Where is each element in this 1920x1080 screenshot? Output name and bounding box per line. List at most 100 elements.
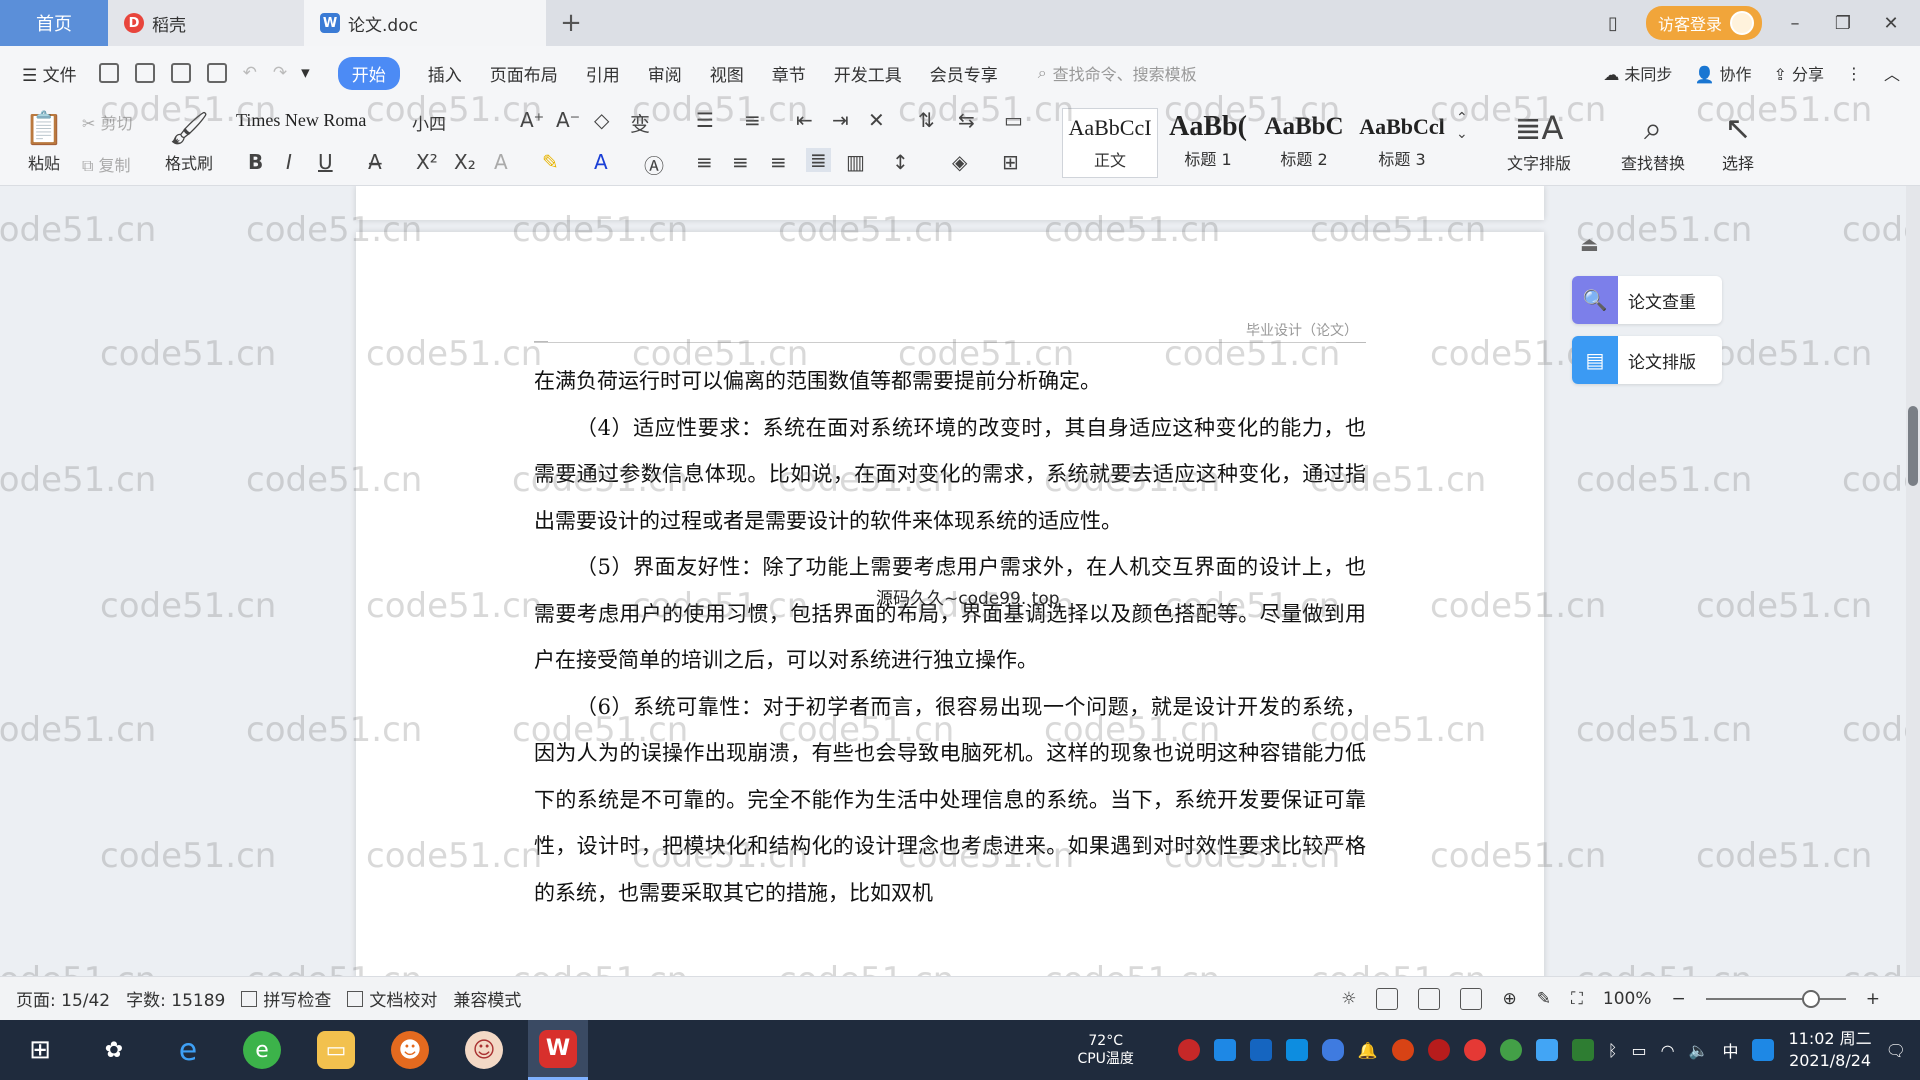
- find-replace-button[interactable]: ⌕ 查找替换: [1608, 106, 1698, 174]
- text-effect-icon[interactable]: A: [494, 150, 508, 174]
- tab-review[interactable]: 审阅: [648, 61, 682, 86]
- tray-app-icon[interactable]: [1249, 1039, 1272, 1061]
- shield-icon[interactable]: [1321, 1039, 1344, 1061]
- bullet-list-icon[interactable]: ☰: [696, 108, 714, 132]
- numbered-list-icon[interactable]: ≡: [744, 108, 761, 132]
- taskbar-app-game[interactable]: ☻: [380, 1020, 440, 1080]
- collaborate-button[interactable]: 👤 协作: [1694, 61, 1751, 85]
- style-heading-2[interactable]: AaBbC 标题 2: [1256, 108, 1352, 178]
- tray-app-icon[interactable]: [1427, 1039, 1450, 1061]
- web-view-icon[interactable]: ⊕: [1502, 989, 1516, 1009]
- file-menu[interactable]: ☰ 文件: [22, 61, 77, 86]
- tab-home[interactable]: 首页: [0, 0, 108, 46]
- font-name-select[interactable]: Times New Roma: [236, 110, 412, 136]
- volume-icon[interactable]: 🔈: [1689, 1041, 1709, 1060]
- page-indicator[interactable]: 页面: 15/42: [16, 986, 110, 1011]
- redo-icon[interactable]: ↷: [273, 63, 287, 83]
- tray-app-icon[interactable]: [1391, 1039, 1414, 1061]
- share-button[interactable]: ⇪ 分享: [1773, 61, 1824, 85]
- text-layout-button[interactable]: ≣A 文字排版: [1494, 106, 1584, 174]
- command-search-input[interactable]: ⌕ 查找命令、搜索模板: [1038, 61, 1197, 85]
- minimize-icon[interactable]: –: [1780, 13, 1810, 34]
- paper-layout-button[interactable]: ▤ 论文排版: [1572, 336, 1722, 384]
- eye-protection-icon[interactable]: ☼: [1341, 989, 1356, 1009]
- wifi-icon[interactable]: ◠: [1661, 1041, 1675, 1060]
- align-center-icon[interactable]: ≡: [732, 150, 749, 174]
- align-right-icon[interactable]: ≡: [770, 150, 787, 174]
- sync-button[interactable]: ☁ 未同步: [1603, 61, 1672, 85]
- restore-icon[interactable]: ❐: [1828, 13, 1858, 34]
- tray-app-icon[interactable]: [1213, 1039, 1236, 1061]
- quick-access-dropdown-icon[interactable]: ▾: [301, 63, 310, 83]
- pen-icon[interactable]: ✎: [1537, 989, 1551, 1009]
- document-body[interactable]: 在满负荷运行时可以偏离的范围数值等都需要提前分析确定。 （4）适应性要求：系统在…: [534, 358, 1366, 916]
- phonetic-icon[interactable]: 变: [630, 108, 650, 137]
- notification-icon[interactable]: 🗨: [1886, 1041, 1906, 1060]
- borders-icon[interactable]: ⊞: [1002, 150, 1019, 174]
- scroll-thumb[interactable]: [1908, 406, 1918, 486]
- cpu-temp[interactable]: 72°C CPU温度: [1077, 1032, 1133, 1068]
- paste-button[interactable]: 📋 粘贴: [14, 106, 74, 174]
- taskbar-app-ie[interactable]: e: [158, 1020, 218, 1080]
- tray-app-icon[interactable]: [1285, 1039, 1308, 1061]
- shading-icon[interactable]: ◈: [952, 150, 967, 174]
- layout-toggle-icon[interactable]: ▯: [1598, 13, 1628, 34]
- tab-member[interactable]: 会员专享: [930, 61, 998, 86]
- cut-button[interactable]: ✂ 剪切: [82, 110, 133, 134]
- print-preview-icon[interactable]: [206, 63, 227, 83]
- shrink-font-icon[interactable]: A⁻: [556, 108, 580, 132]
- new-tab-icon[interactable]: +: [546, 0, 596, 46]
- outline-view-icon[interactable]: [1418, 988, 1441, 1010]
- style-heading-1[interactable]: AaBb( 标题 1: [1160, 108, 1256, 178]
- font-size-select[interactable]: 小四: [412, 110, 508, 136]
- export-icon[interactable]: [134, 63, 155, 83]
- tab-view[interactable]: 视图: [710, 61, 744, 86]
- tab-developer[interactable]: 开发工具: [834, 61, 902, 86]
- undo-icon[interactable]: ↶: [243, 63, 257, 83]
- page-view-icon[interactable]: [1376, 988, 1399, 1010]
- document-page[interactable]: 毕业设计（论文） 在满负荷运行时可以偏离的范围数值等都需要提前分析确定。 （4）…: [356, 232, 1544, 976]
- word-count[interactable]: 字数: 15189: [126, 986, 225, 1011]
- tray-app-icon[interactable]: [1571, 1039, 1594, 1061]
- vertical-scrollbar[interactable]: [1906, 186, 1920, 976]
- subscript-icon[interactable]: X₂: [454, 150, 476, 174]
- guest-login-button[interactable]: 访客登录: [1645, 6, 1762, 40]
- char-border-icon[interactable]: Ⓐ: [644, 150, 664, 179]
- decrease-indent-icon[interactable]: ⇤: [796, 108, 813, 132]
- collapse-ribbon-icon[interactable]: ︿: [1884, 61, 1900, 85]
- close-icon[interactable]: ✕: [1876, 13, 1906, 34]
- increase-indent-icon[interactable]: ⇥: [832, 108, 849, 132]
- distributed-icon[interactable]: ▥: [846, 150, 865, 174]
- align-left-icon[interactable]: ≡: [696, 150, 713, 174]
- taskbar-app-wps[interactable]: W: [528, 1020, 588, 1080]
- zoom-slider[interactable]: [1705, 990, 1846, 1008]
- more-icon[interactable]: ⋮: [1846, 64, 1862, 83]
- tray-app-icon[interactable]: [1535, 1039, 1558, 1061]
- taskbar-app-explorer[interactable]: ▭: [306, 1020, 366, 1080]
- reading-view-icon[interactable]: [1460, 988, 1483, 1010]
- clock[interactable]: 11:02 周二 2021/8/24: [1788, 1028, 1871, 1072]
- search-tray-icon[interactable]: [1752, 1039, 1775, 1061]
- sort-icon[interactable]: ⇅: [918, 108, 935, 132]
- copy-button[interactable]: ⧉ 复制: [82, 152, 131, 176]
- tab-page-layout[interactable]: 页面布局: [490, 61, 558, 86]
- zoom-slider-knob[interactable]: [1801, 990, 1820, 1008]
- taskbar-app-avatar[interactable]: ☺: [454, 1020, 514, 1080]
- tab-docer[interactable]: D 稻壳: [108, 0, 304, 46]
- tab-document[interactable]: W 论文.doc: [304, 0, 546, 46]
- ruler-icon[interactable]: ▭: [1004, 108, 1023, 132]
- tab-insert[interactable]: 插入: [428, 61, 462, 86]
- battery-icon[interactable]: ▭: [1631, 1041, 1646, 1060]
- clear-format-icon[interactable]: ◇: [594, 108, 609, 132]
- tray-app-icon[interactable]: [1177, 1039, 1200, 1061]
- zoom-in-icon[interactable]: +: [1866, 989, 1880, 1009]
- style-heading-3[interactable]: AaBbCcl 标题 3: [1354, 108, 1450, 178]
- highlight-icon[interactable]: ✎: [542, 150, 559, 174]
- bell-icon[interactable]: 🔔: [1358, 1041, 1378, 1060]
- chinese-layout-icon[interactable]: ✕: [868, 108, 885, 132]
- font-color-icon[interactable]: A: [594, 150, 608, 174]
- line-spacing-icon[interactable]: ↕: [892, 150, 909, 174]
- spell-check-button[interactable]: 拼写检查: [241, 986, 331, 1011]
- tab-home-ribbon[interactable]: 开始: [337, 56, 400, 90]
- superscript-icon[interactable]: X²: [416, 150, 438, 174]
